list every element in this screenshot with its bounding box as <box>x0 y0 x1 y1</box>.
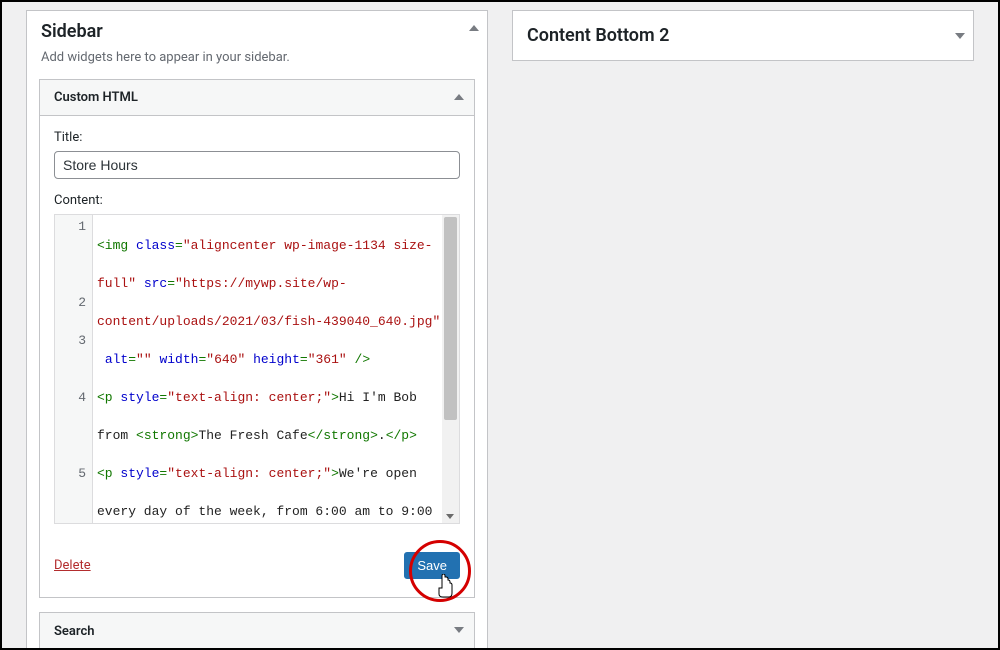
widget-area-title: Content Bottom 2 <box>527 25 669 46</box>
widget-header[interactable]: Custom HTML <box>40 80 474 116</box>
widget-area-header[interactable]: Sidebar Add widgets here to appear in yo… <box>27 11 487 79</box>
chevron-up-icon[interactable] <box>454 94 464 100</box>
widget-area-content-bottom-2: Content Bottom 2 <box>512 10 974 61</box>
gutter-line: 1 <box>78 219 86 234</box>
widget-body: Title: Content: 1 2 3 4 5 <img class="al… <box>40 116 474 538</box>
chevron-down-icon[interactable] <box>454 627 464 633</box>
gutter-line: 3 <box>78 333 86 348</box>
scrollbar-thumb[interactable] <box>444 217 457 420</box>
code-editor[interactable]: 1 2 3 4 5 <img class="aligncenter wp-ima… <box>54 214 460 524</box>
widget-area-sidebar-column: Sidebar Add widgets here to appear in yo… <box>26 10 488 648</box>
code-gutter: 1 2 3 4 5 <box>55 215 93 523</box>
gutter-line: 2 <box>78 295 86 310</box>
gutter-line: 4 <box>78 390 86 405</box>
content-label: Content: <box>54 193 460 208</box>
widget-footer: Delete Save <box>40 538 474 597</box>
scroll-down-icon[interactable] <box>446 514 454 519</box>
widget-area-body: Custom HTML Title: Content: 1 2 3 4 5 <box>27 79 487 650</box>
widget-header-title: Search <box>54 624 95 639</box>
title-label: Title: <box>54 130 460 145</box>
widget-area-content-bottom-column: Content Bottom 2 <box>512 10 974 648</box>
widget-header-title: Custom HTML <box>54 90 138 105</box>
widget-area-title: Sidebar <box>41 21 473 42</box>
chevron-up-icon[interactable] <box>469 25 479 31</box>
widget-area-description: Add widgets here to appear in your sideb… <box>41 50 473 65</box>
widget-area-sidebar: Sidebar Add widgets here to appear in yo… <box>26 10 488 650</box>
title-input[interactable] <box>54 151 460 179</box>
save-button[interactable]: Save <box>404 552 460 579</box>
code-lines: <img class="aligncenter wp-image-1134 si… <box>93 215 459 523</box>
widget-area-header[interactable]: Content Bottom 2 <box>513 11 973 60</box>
chevron-down-icon[interactable] <box>955 33 965 39</box>
widget-search[interactable]: Search <box>39 612 475 650</box>
widget-custom-html: Custom HTML Title: Content: 1 2 3 4 5 <box>39 79 475 598</box>
code-content-area[interactable]: <img class="aligncenter wp-image-1134 si… <box>93 215 459 523</box>
delete-link[interactable]: Delete <box>54 558 91 573</box>
gutter-line: 5 <box>78 466 86 481</box>
scrollbar-vertical[interactable] <box>442 215 459 523</box>
